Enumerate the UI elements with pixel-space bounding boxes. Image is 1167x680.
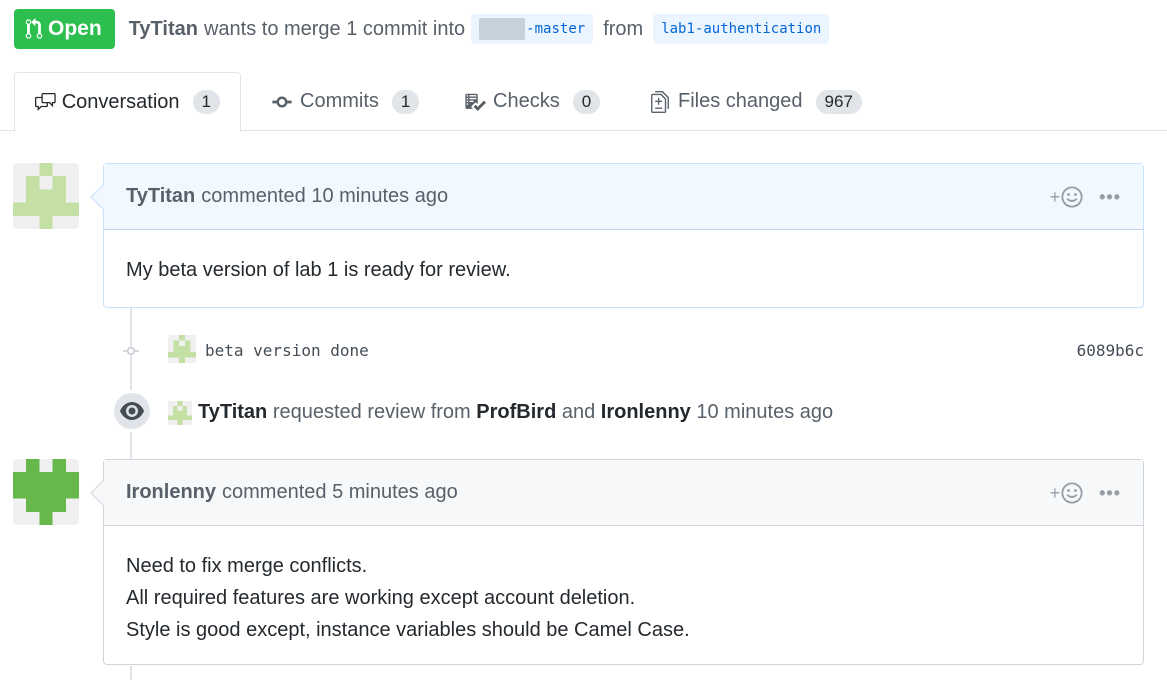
- commit-row: beta version done 6089b6c: [0, 331, 1167, 371]
- comment-discussion-icon: [35, 92, 56, 112]
- eye-icon: [120, 402, 144, 420]
- pr-header: Open TyTitan wants to merge 1 commit int…: [14, 9, 835, 49]
- head-branch-label: lab1-authentication: [661, 21, 822, 37]
- comment-line: Style is good except, instance variables…: [126, 619, 690, 641]
- add-reaction-button[interactable]: +: [1050, 482, 1084, 504]
- tab-files-changed-label: Files changed: [678, 90, 803, 112]
- pr-summary-text: wants to merge 1 commit into: [203, 17, 466, 40]
- tab-checks-label: Checks: [493, 90, 560, 112]
- commit-sha-link[interactable]: 6089b6c: [1077, 341, 1144, 360]
- tab-commits-count: 1: [391, 89, 420, 114]
- smiley-icon: [1061, 482, 1083, 504]
- comment-actions: + •••: [1050, 460, 1121, 526]
- pr-author-link[interactable]: TyTitan: [129, 18, 198, 41]
- event-text: TyTitan requested review from ProfBird a…: [198, 401, 833, 424]
- pr-state-label: Open: [48, 17, 102, 40]
- review-request-event: TyTitan requested review from ProfBird a…: [0, 388, 1167, 434]
- comment-line: All required features are working except…: [126, 587, 636, 609]
- pr-state-badge: Open: [14, 9, 115, 49]
- from-text: from: [603, 17, 644, 40]
- git-commit-icon: [123, 346, 139, 356]
- comment-header: TyTitan commented 10 minutes ago + •••: [104, 164, 1143, 230]
- checklist-icon: [465, 93, 486, 111]
- tab-conversation-count: 1: [192, 90, 220, 114]
- pr-tabnav: Conversation 1 Commits 1 Checks 0 Files …: [0, 72, 1167, 132]
- reviewer-link-ironlenny[interactable]: Ironlenny: [601, 401, 691, 423]
- comment-body: Need to fix merge conflicts. All require…: [104, 526, 1143, 670]
- git-pull-request-icon: [25, 18, 43, 39]
- tab-checks[interactable]: Checks 0: [443, 72, 620, 131]
- avatar-ironlenny[interactable]: [13, 459, 79, 525]
- comment-timestamp[interactable]: commented 10 minutes ago: [201, 185, 448, 208]
- event-time[interactable]: 10 minutes ago: [696, 401, 833, 423]
- comment-tytitan: TyTitan commented 10 minutes ago + ••• M…: [90, 163, 1144, 310]
- comment-options-button[interactable]: •••: [1099, 483, 1121, 504]
- tab-commits-label: Commits: [300, 90, 379, 112]
- reviewer-link-profbird[interactable]: ProfBird: [476, 401, 556, 423]
- tab-files-changed-count: 967: [815, 89, 862, 114]
- tab-files-changed[interactable]: Files changed 967: [628, 72, 882, 131]
- smiley-icon: [1061, 186, 1083, 208]
- add-reaction-plus: +: [1049, 482, 1061, 503]
- event-badge: [111, 390, 153, 432]
- commit-message-link[interactable]: beta version done: [205, 341, 369, 360]
- timeline-line: [130, 432, 132, 460]
- diff-icon: [651, 90, 669, 113]
- add-reaction-button[interactable]: +: [1050, 186, 1084, 208]
- base-branch[interactable]: -master: [471, 14, 594, 44]
- event-text-2: and: [561, 401, 596, 423]
- identicon-icon: [168, 401, 192, 425]
- base-branch-label: -master: [526, 21, 586, 37]
- tab-conversation[interactable]: Conversation 1: [14, 72, 241, 132]
- git-commit-icon: [272, 96, 292, 107]
- tab-commits[interactable]: Commits 1: [250, 72, 439, 131]
- comment-header: Ironlenny commented 5 minutes ago + •••: [104, 460, 1143, 526]
- redacted-block: [479, 18, 526, 40]
- comment-actions: + •••: [1050, 164, 1121, 230]
- event-actor-link[interactable]: TyTitan: [198, 401, 267, 423]
- tab-checks-count: 0: [572, 89, 601, 114]
- add-reaction-plus: +: [1049, 186, 1061, 207]
- identicon-icon: [13, 163, 79, 229]
- comment-line: My beta version of lab 1 is ready for re…: [126, 259, 511, 281]
- event-text-1: requested review from: [272, 401, 471, 423]
- commit-author-avatar[interactable]: [168, 335, 196, 363]
- head-branch[interactable]: lab1-authentication: [653, 14, 830, 44]
- tab-conversation-label: Conversation: [61, 90, 180, 113]
- comment-author-link[interactable]: TyTitan: [126, 185, 195, 208]
- comment-author-link[interactable]: Ironlenny: [126, 481, 216, 504]
- comment-body: My beta version of lab 1 is ready for re…: [104, 230, 1143, 310]
- identicon-icon: [168, 335, 196, 363]
- event-actor-avatar[interactable]: [168, 401, 192, 425]
- comment-ironlenny: Ironlenny commented 5 minutes ago + ••• …: [90, 459, 1144, 665]
- avatar-tytitan[interactable]: [13, 163, 79, 229]
- comment-timestamp[interactable]: commented 5 minutes ago: [222, 481, 458, 504]
- comment-line: Need to fix merge conflicts.: [126, 555, 368, 577]
- identicon-icon: [13, 459, 79, 525]
- pr-meta: TyTitan wants to merge 1 commit into -ma…: [129, 14, 836, 44]
- comment-options-button[interactable]: •••: [1099, 187, 1121, 208]
